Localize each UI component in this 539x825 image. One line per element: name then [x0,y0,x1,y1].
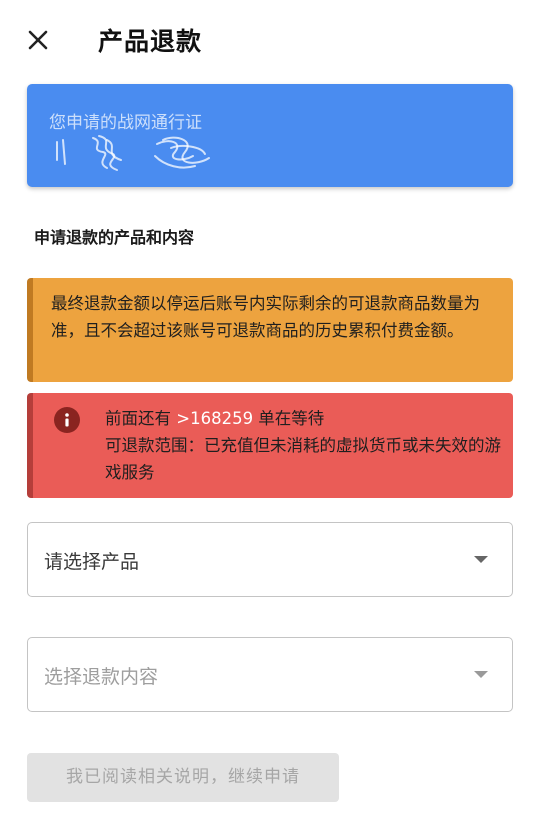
queue-prefix: 前面还有 [105,409,177,428]
refund-scope-text: 可退款范围：已充值但未消耗的虚拟货币或未失效的游戏服务 [105,436,501,482]
refund-content-select[interactable]: 选择退款内容 [27,637,513,712]
section-title: 申请退款的产品和内容 [34,228,195,247]
queue-notice-text: 前面还有 >168259 单在等待 可退款范围：已充值但未消耗的虚拟货币或未失效… [105,405,505,486]
product-select[interactable]: 请选择产品 [27,522,513,597]
page-title: 产品退款 [98,27,203,56]
continue-apply-button[interactable]: 我已阅读相关说明，继续申请 [27,753,339,802]
account-card: 您申请的战网通行证 [27,84,513,187]
queue-notice: 前面还有 >168259 单在等待 可退款范围：已充值但未消耗的虚拟货币或未失效… [27,393,513,498]
info-icon [54,407,80,433]
refund-content-placeholder: 选择退款内容 [44,666,159,688]
queue-line: 前面还有 >168259 单在等待 [105,405,505,432]
refund-amount-text: 最终退款金额以停运后账号内实际剩余的可退款商品数量为准，且不会超过该账号可退款商… [51,294,480,340]
dropdown-arrow-icon [474,556,488,563]
refund-amount-notice: 最终退款金额以停运后账号内实际剩余的可退款商品数量为准，且不会超过该账号可退款商… [27,278,513,382]
dropdown-arrow-icon [474,671,488,678]
product-select-placeholder: 请选择产品 [44,551,140,573]
header-bar: 产品退款 [0,0,539,84]
queue-suffix: 单在等待 [253,409,325,428]
close-button[interactable] [22,24,54,56]
close-icon [28,30,48,50]
redacted-account-name [56,135,210,171]
queue-count: >168259 [176,409,254,428]
